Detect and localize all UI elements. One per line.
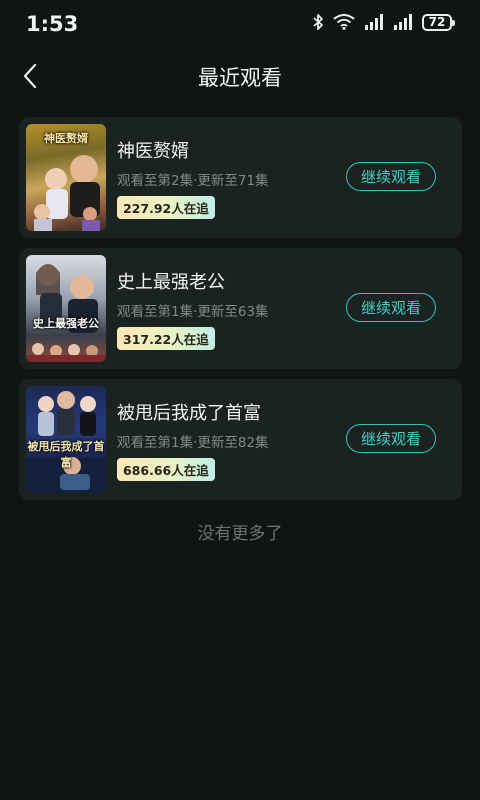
signal-icon — [364, 14, 384, 30]
wifi-icon — [333, 14, 355, 30]
followers-badge: 227.92人在追 — [117, 196, 215, 219]
signal-icon — [393, 14, 413, 30]
header: 最近观看 — [0, 48, 480, 104]
bluetooth-icon — [312, 13, 324, 31]
followers-badge: 686.66人在追 — [117, 458, 215, 481]
item-progress: 观看至第2集·更新至71集 — [117, 173, 269, 189]
item-title: 史上最强老公 — [117, 272, 225, 293]
cover-image[interactable]: 被甩后我成了首富 — [26, 386, 106, 493]
item-title: 神医赘婿 — [117, 141, 189, 162]
battery-icon: 72 — [422, 13, 455, 31]
cover-image[interactable]: 神医赘婿 — [26, 124, 106, 231]
list-item[interactable]: 被甩后我成了首富 被甩后我成了首富 观看至第1集·更新至82集 686.66人在… — [19, 379, 462, 500]
cover-title: 被甩后我成了首富 — [27, 440, 105, 469]
status-icons: 72 — [312, 13, 455, 31]
item-info: 被甩后我成了首富 观看至第1集·更新至82集 686.66人在追 — [117, 399, 269, 481]
item-info: 神医赘婿 观看至第2集·更新至71集 227.92人在追 — [117, 137, 269, 219]
no-more-text: 没有更多了 — [197, 524, 283, 544]
continue-watching-button[interactable]: 继续观看 — [346, 162, 436, 191]
item-title: 被甩后我成了首富 — [117, 403, 261, 424]
status-bar: 1:53 72 — [0, 0, 480, 48]
page-title: 最近观看 — [198, 66, 282, 90]
item-progress: 观看至第1集·更新至82集 — [117, 435, 269, 451]
cover-title: 神医赘婿 — [44, 132, 88, 145]
item-progress: 观看至第1集·更新至63集 — [117, 304, 269, 320]
cover-image[interactable]: 史上最强老公 — [26, 255, 106, 362]
continue-watching-button[interactable]: 继续观看 — [346, 293, 436, 322]
list-item[interactable]: 神医赘婿 神医赘婿 观看至第2集·更新至71集 227.92人在追 继续观看 — [19, 117, 462, 238]
item-info: 史上最强老公 观看至第1集·更新至63集 317.22人在追 — [117, 268, 269, 350]
battery-level: 72 — [428, 15, 446, 29]
list-item[interactable]: 史上最强老公 史上最强老公 观看至第1集·更新至63集 317.22人在追 继续… — [19, 248, 462, 369]
followers-badge: 317.22人在追 — [117, 327, 215, 350]
cover-title: 史上最强老公 — [33, 317, 99, 330]
continue-watching-button[interactable]: 继续观看 — [346, 424, 436, 453]
status-time: 1:53 — [26, 12, 79, 36]
